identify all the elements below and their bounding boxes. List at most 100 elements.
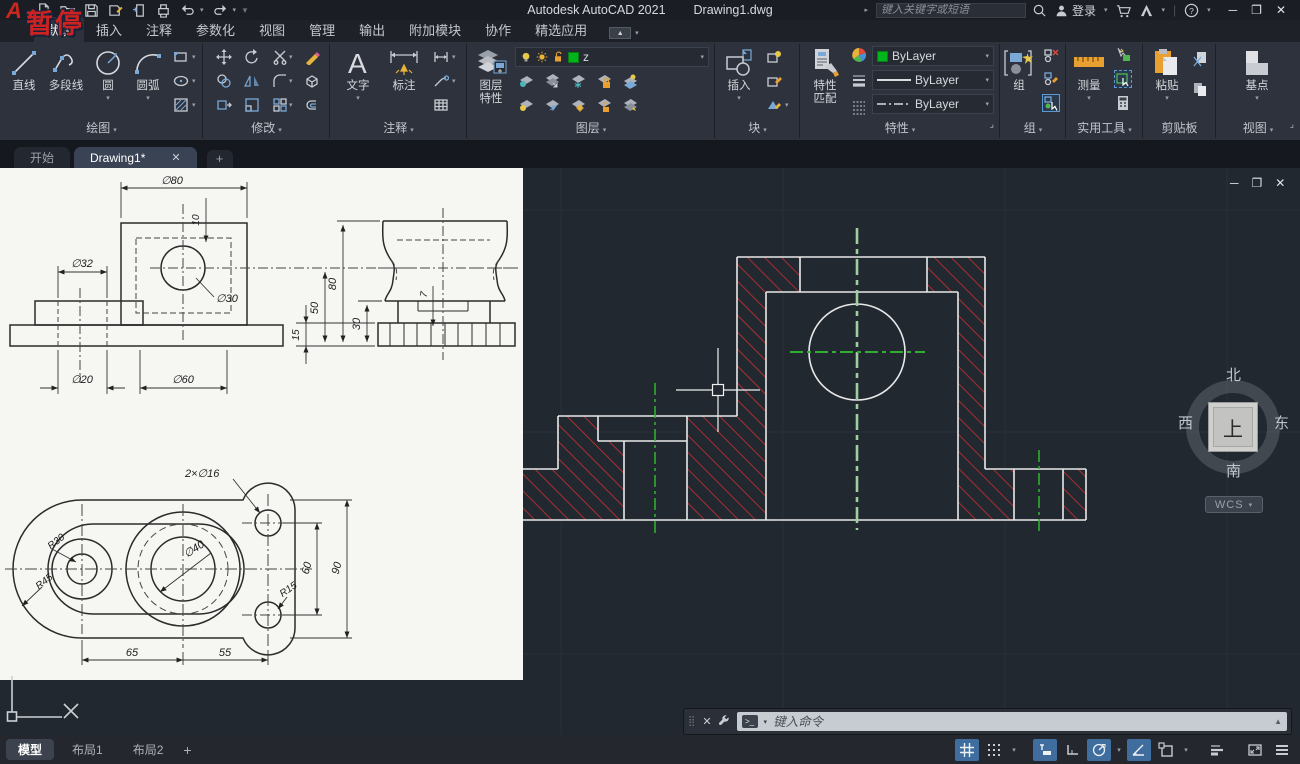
panel-layers-label[interactable]: 图层▾ <box>467 119 715 139</box>
ribbon-tab-view[interactable]: 视图 <box>247 17 297 42</box>
linetype-dropdown[interactable]: ByLayer ▾ <box>872 94 994 114</box>
layer-properties-button[interactable]: 图层特性 <box>471 46 511 106</box>
linetype-list-icon[interactable] <box>850 98 868 116</box>
viewcube-south[interactable]: 南 <box>1226 460 1241 481</box>
paste-dropdown-icon[interactable]: ▾ <box>1147 94 1187 102</box>
panel-modify-label[interactable]: 修改▾ <box>203 119 330 139</box>
panel-view-label[interactable]: 视图▾⌟ <box>1216 119 1300 139</box>
layer-dropdown[interactable]: z ▾ <box>515 47 709 67</box>
save-icon[interactable] <box>84 3 99 18</box>
polar-tracking-toggle[interactable] <box>1087 739 1111 761</box>
fillet-icon[interactable] <box>271 72 289 90</box>
offset-icon[interactable] <box>303 96 321 114</box>
autodesk-account-icon[interactable] <box>1139 3 1154 18</box>
rectangle-tool-icon[interactable] <box>172 48 190 66</box>
insert-block-button[interactable]: 插入 ▾ <box>719 46 759 102</box>
panel-utilities-label[interactable]: 实用工具▾ <box>1066 119 1143 139</box>
viewcube-east[interactable]: 东 <box>1274 412 1289 433</box>
text-dropdown-icon[interactable]: ▾ <box>338 94 378 102</box>
layer-off-icon[interactable] <box>517 72 535 90</box>
layer-merge-icon[interactable] <box>621 96 639 114</box>
dwg-minimize-icon[interactable]: ─ <box>1230 176 1239 190</box>
layer-lock-icon[interactable] <box>595 72 613 90</box>
panel-clipboard-label[interactable]: 剪贴板 <box>1143 119 1216 139</box>
ribbon-tab-manage[interactable]: 管理 <box>297 17 347 42</box>
cmd-wrench-icon[interactable] <box>718 715 731 728</box>
clean-screen-toggle[interactable] <box>1243 739 1267 761</box>
panel-block-label[interactable]: 块▾ <box>715 119 800 139</box>
dimension-button[interactable]: 标注 <box>382 46 426 93</box>
color-wheel-icon[interactable] <box>850 46 868 64</box>
circle-dropdown-icon[interactable]: ▾ <box>90 94 126 102</box>
base-view-button[interactable]: 基点 ▾ <box>1234 46 1280 102</box>
undo-dropdown-icon[interactable]: ▾ <box>200 6 204 14</box>
sign-in-button[interactable]: 登录 <box>1055 2 1096 19</box>
object-snap-tracking-toggle[interactable] <box>1127 739 1151 761</box>
model-tab[interactable]: 模型 <box>6 739 54 760</box>
cmd-close-icon[interactable]: ✕ <box>702 715 711 728</box>
cut-icon[interactable] <box>1191 50 1209 68</box>
leader-icon[interactable] <box>432 72 450 90</box>
undo-icon[interactable] <box>180 3 195 18</box>
wcs-selector[interactable]: WCS▾ <box>1205 496 1263 513</box>
viewcube-west[interactable]: 西 <box>1178 412 1193 433</box>
measure-dropdown-icon[interactable]: ▾ <box>1068 94 1110 102</box>
layer-dropdown-caret[interactable]: ▾ <box>700 53 704 61</box>
arc-button[interactable]: 圆弧 ▾ <box>126 46 170 102</box>
file-tab-drawing1[interactable]: Drawing1* ✕ <box>74 147 197 168</box>
text-button[interactable]: A 文字 ▾ <box>338 46 378 102</box>
linear-dim-icon[interactable] <box>432 48 450 66</box>
mirror-icon[interactable] <box>243 72 261 90</box>
close-button[interactable]: ✕ <box>1276 3 1286 17</box>
minimize-button[interactable]: ─ <box>1229 3 1238 17</box>
group-button[interactable]: 组 <box>1000 46 1038 93</box>
measure-button[interactable]: 测量 ▾ <box>1068 46 1110 102</box>
redo-dropdown-icon[interactable]: ▾ <box>233 6 237 14</box>
panel-draw-label[interactable]: 绘图▾ <box>0 119 203 139</box>
copy-clip-icon[interactable] <box>1191 80 1209 98</box>
command-input-field[interactable]: >_ ▾ ▲ <box>737 712 1287 731</box>
scale-icon[interactable] <box>243 96 261 114</box>
create-block-icon[interactable] <box>765 48 783 66</box>
view-dialog-launcher-icon[interactable]: ⌟ <box>1290 119 1294 130</box>
panel-groups-label[interactable]: 组▾ <box>1000 119 1066 139</box>
panel-annotate-label[interactable]: 注释▾ <box>330 119 467 139</box>
object-snap-toggle[interactable] <box>1154 739 1178 761</box>
viewcube[interactable]: 北 西 东 南 上 <box>1186 368 1280 486</box>
layout1-tab[interactable]: 布局1 <box>60 739 115 760</box>
ellipse-tool-icon[interactable] <box>172 72 190 90</box>
move-icon[interactable] <box>215 48 233 66</box>
model-space-view[interactable] <box>523 168 1300 735</box>
plot-icon[interactable] <box>156 3 171 18</box>
layer-unlock-small-icon[interactable] <box>595 96 613 114</box>
qat-customize-icon[interactable]: ▼ <box>241 6 249 15</box>
app-store-cart-icon[interactable] <box>1116 3 1131 18</box>
new-layout-button[interactable]: + <box>183 742 191 758</box>
quick-calc-icon[interactable] <box>1114 94 1132 112</box>
redo-icon[interactable] <box>213 3 228 18</box>
lineweight-display-toggle[interactable] <box>1205 739 1229 761</box>
lineweight-list-icon[interactable] <box>850 72 868 90</box>
ribbon-tab-insert[interactable]: 插入 <box>84 17 134 42</box>
layer-prev-icon[interactable] <box>543 96 561 114</box>
base-view-dropdown-icon[interactable]: ▾ <box>1234 94 1280 102</box>
properties-dialog-launcher-icon[interactable]: ⌟ <box>990 119 994 130</box>
save-as-icon[interactable] <box>108 3 123 18</box>
autodesk-dropdown-icon[interactable]: ▾ <box>1162 6 1166 14</box>
grid-toggle[interactable] <box>955 739 979 761</box>
group-edit-icon[interactable] <box>1042 70 1060 88</box>
cmd-history-up-icon[interactable]: ▲ <box>1274 717 1282 726</box>
polar-dropdown-icon[interactable]: ▾ <box>1114 746 1124 754</box>
help-icon[interactable]: ? <box>1184 3 1199 18</box>
stretch-icon[interactable] <box>215 96 233 114</box>
group-selection-toggle-icon[interactable] <box>1042 94 1060 112</box>
layer-freeze-icon[interactable] <box>569 72 587 90</box>
lineweight-dropdown[interactable]: ByLayer ▾ <box>872 70 994 90</box>
command-input[interactable] <box>773 715 1268 729</box>
cmd-grip-handle[interactable]: ⣿ <box>688 718 696 726</box>
drawing-canvas[interactable]: ∅80 10 ∅32 ∅30 ∅20 ∅60 <box>0 168 1300 735</box>
command-line-dock[interactable]: ⣿ ✕ >_ ▾ ▲ <box>683 708 1292 735</box>
signin-dropdown-icon[interactable]: ▾ <box>1104 6 1108 14</box>
quick-select-icon[interactable] <box>1114 46 1132 64</box>
customization-menu[interactable] <box>1270 739 1294 761</box>
